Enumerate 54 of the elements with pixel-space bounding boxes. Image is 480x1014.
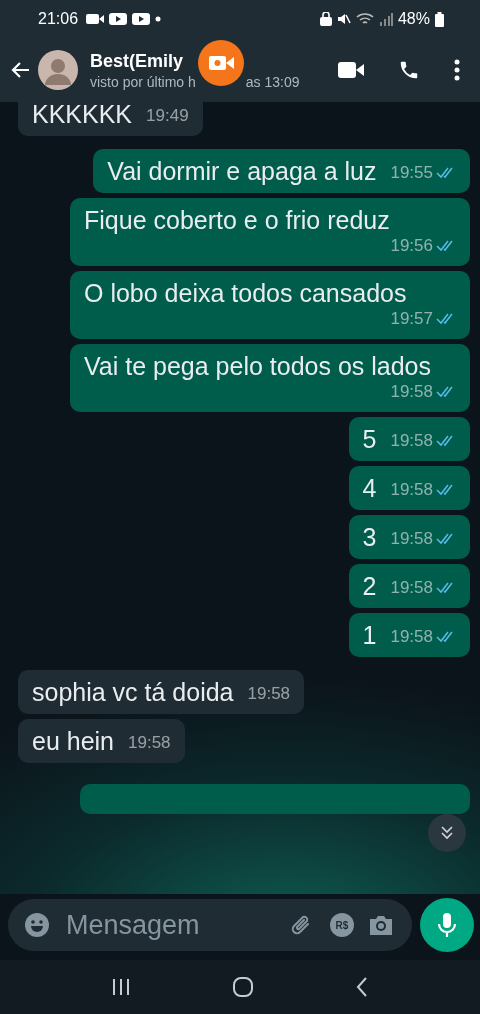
payment-button[interactable]: R$ <box>330 913 354 937</box>
message-text: KKKKKK <box>32 102 133 130</box>
message-time: 19:58 <box>390 480 433 500</box>
message-time: 19:58 <box>390 578 433 598</box>
message-time: 19:58 <box>390 382 433 402</box>
message-text: 3 <box>362 522 377 553</box>
home-icon[interactable] <box>232 976 254 998</box>
last-seen-text: visto por último h <box>90 73 196 90</box>
message-time: 19:58 <box>390 627 433 647</box>
battery-icon <box>435 11 444 27</box>
scroll-down-button[interactable] <box>428 814 466 852</box>
more-options-icon[interactable] <box>454 59 460 81</box>
message-text: Vai te pega pelo todos os lados <box>84 351 431 382</box>
signal-icon <box>378 12 393 26</box>
record-button[interactable] <box>197 39 244 86</box>
message-time: 19:58 <box>390 431 433 451</box>
contact-avatar[interactable] <box>38 50 78 90</box>
message-time: 19:57 <box>390 309 433 329</box>
message-input[interactable]: Mensagem <box>64 908 274 942</box>
message-text: eu hein <box>32 726 115 757</box>
wifi-icon <box>355 12 374 26</box>
message-text: 1 <box>362 620 377 651</box>
message-text: sophia vc tá doida <box>32 677 234 708</box>
emoji-icon[interactable] <box>24 912 50 938</box>
video-camera-icon <box>86 13 105 25</box>
message-text: Vai dormir e apaga a luz <box>107 156 377 187</box>
recent-apps-icon[interactable] <box>110 978 131 996</box>
battery-percent: 48% <box>397 10 430 28</box>
message-text: 5 <box>362 424 377 455</box>
back-icon[interactable] <box>355 976 370 998</box>
phone-icon[interactable] <box>398 59 420 81</box>
message-text: O lobo deixa todos cansados <box>84 278 407 309</box>
message-text: 4 <box>362 473 377 504</box>
dot-icon <box>155 16 162 22</box>
last-seen-text: as 13:09 <box>245 73 300 90</box>
message-time: 19:58 <box>390 529 433 549</box>
message-time: 19:55 <box>390 163 433 183</box>
message-field[interactable]: Mensagem R$ <box>8 899 412 951</box>
message-time: 19:56 <box>390 236 433 256</box>
video-call-icon[interactable] <box>338 61 364 79</box>
message-time: 19:58 <box>128 733 171 753</box>
camera-icon[interactable] <box>368 913 394 937</box>
play-icon <box>109 13 128 25</box>
message-time: 19:58 <box>247 684 291 704</box>
mute-icon <box>336 12 351 26</box>
message-text: Fique coberto e o frio reduz <box>84 205 390 236</box>
back-icon[interactable] <box>10 61 30 79</box>
lock-icon <box>319 12 332 26</box>
status-time: 21:06 <box>38 10 79 28</box>
message-time: 19:49 <box>146 106 189 126</box>
microphone-button[interactable] <box>420 898 474 952</box>
contact-name[interactable]: Best(Emily <box>90 50 184 72</box>
play-icon <box>132 13 151 25</box>
message-text: 2 <box>362 571 377 602</box>
